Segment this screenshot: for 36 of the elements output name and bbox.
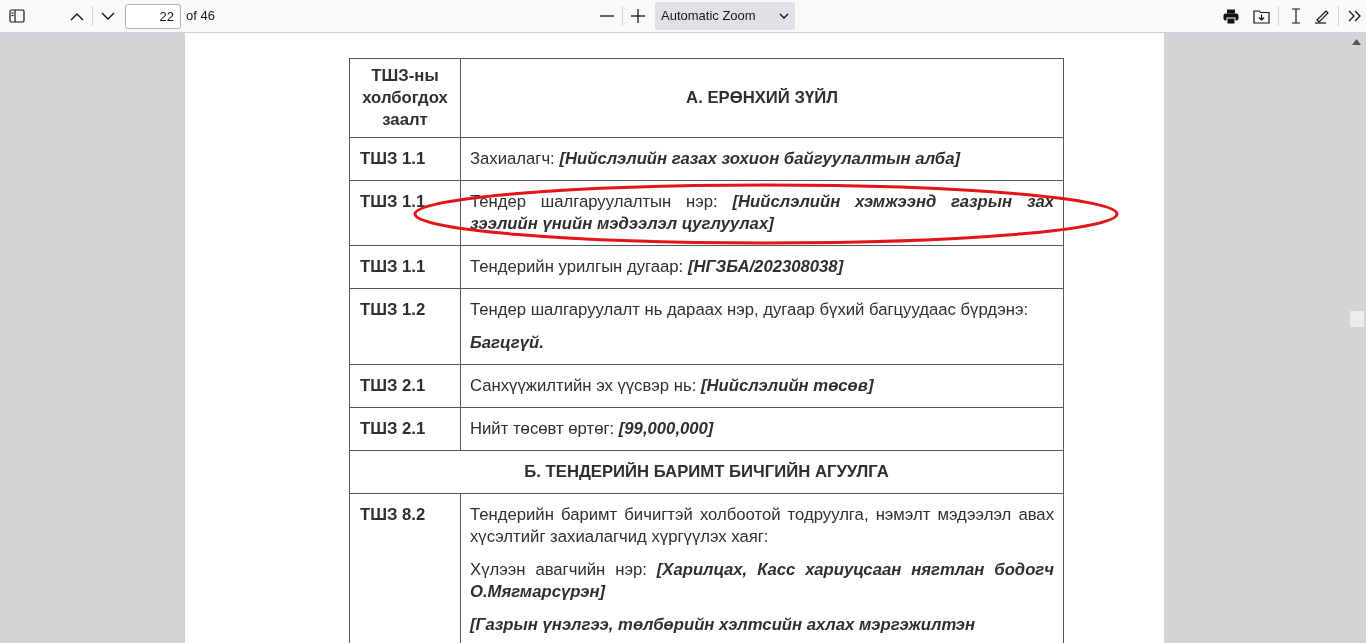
clause-number: ТШЗ 1.2 <box>360 300 426 319</box>
scrollbar-thumb[interactable] <box>1350 311 1364 327</box>
clause-text: Захиалагч: [Нийслэлийн газах зохион байгуулалтын алба] <box>470 148 962 170</box>
clause-text: Хүлээн авагчийн нэр: [Харилцах, Касс хариуцсаан нягтлан бодогч О.Мягмарсүрэн] <box>470 559 1054 603</box>
clause-number: ТШЗ 1.1 <box>360 149 426 168</box>
text-cursor-icon <box>1291 8 1301 24</box>
page-number-field[interactable]: 22 <box>125 3 181 29</box>
plus-icon <box>631 9 645 23</box>
clause-number: ТШЗ 2.1 <box>360 419 426 438</box>
printer-icon <box>1223 8 1239 24</box>
pencil-icon <box>1314 8 1330 24</box>
scroll-up-icon <box>1352 39 1361 45</box>
section-heading: Б. ТЕНДЕРИЙН БАРИМТ БИЧГИЙН АГУУЛГА <box>524 461 889 483</box>
clause-number: ТШЗ 2.1 <box>360 376 426 395</box>
clause-text: Нийт төсөвт өртөг: [99,000,000] <box>470 418 715 440</box>
clause-text: Тендерийн баримт бичигтэй холбоотой тодруулга, нэмэлт мэдээлэл авах хүсэлтийг захиалагчид хүргүүлэх хаяг: <box>470 504 1054 548</box>
clause-text: Тендер шалгаруулалт нь дараах нэр, дугаар бүхий багцуудаас бүрдэнэ: <box>470 299 1030 321</box>
chevron-up-icon <box>70 11 84 21</box>
column-header: ТШЗ-ны холбогдох заалт <box>361 65 449 131</box>
minus-icon <box>600 15 614 17</box>
caret-icon <box>779 13 789 19</box>
clause-text: Тендер шалгаруулалтын нэр: [Нийслэлийн хэмжээнд газрын зах зээлийн үнийн мэдээлэл цуглуулах] <box>470 191 1054 235</box>
section-heading: А. ЕРӨНХИЙ ЗҮЙЛ <box>686 87 838 110</box>
clause-number: ТШЗ 1.1 <box>360 192 426 211</box>
clause-text: Санхүүжилтийн эх үүсвэр нь: [Нийслэлийн төсөв] <box>470 375 875 397</box>
clause-text: Тендерийн урилгын дугаар: [НГЗБА/202308038] <box>470 256 845 278</box>
zoom-select[interactable]: Automatic Zoom <box>655 2 795 30</box>
clause-text: [Газрын үнэлгээ, төлбөрийн хэлтсийн ахлах мэргэжилтэн <box>470 614 977 636</box>
double-chevron-icon <box>1348 10 1362 22</box>
download-folder-icon <box>1252 8 1270 24</box>
clause-text: Багцгүй. <box>470 332 545 354</box>
clause-number: ТШЗ 8.2 <box>360 505 426 524</box>
chevron-down-icon <box>101 11 115 21</box>
page-count: of 46 <box>186 7 215 26</box>
clause-number: ТШЗ 1.1 <box>360 257 426 276</box>
sidebar-icon <box>9 9 25 23</box>
